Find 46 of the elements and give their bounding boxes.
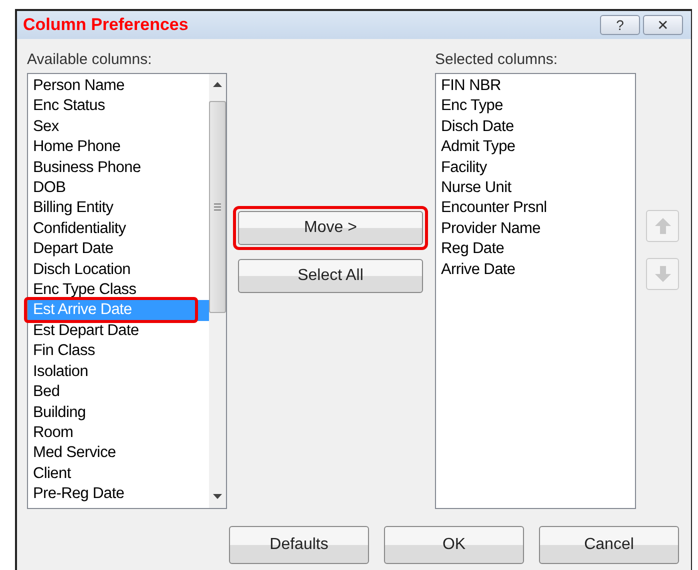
list-item[interactable]: Disch Date	[436, 116, 635, 138]
dialog-button[interactable]: Cancel	[539, 526, 679, 564]
list-item[interactable]: Billing Entity	[28, 198, 209, 219]
list-item[interactable]: Enc Type Class	[28, 280, 209, 300]
list-item[interactable]: FIN NBR	[436, 76, 635, 96]
list-item[interactable]: Depart Date	[28, 239, 209, 260]
list-item[interactable]: Business Phone	[28, 158, 209, 178]
list-item[interactable]: Med Service	[28, 443, 209, 464]
list-item[interactable]: Pre-Reg Date	[28, 484, 209, 505]
list-item[interactable]: Arrive Date	[436, 260, 635, 280]
action-button[interactable]: Move >	[238, 211, 423, 245]
dialog-button[interactable]: Defaults	[229, 526, 369, 564]
list-item[interactable]: Fin Class	[28, 341, 209, 362]
list-item[interactable]: Nurse Unit	[436, 178, 635, 198]
list-item[interactable]: Est Depart Date	[28, 320, 209, 342]
list-item[interactable]: Bed	[28, 382, 209, 402]
list-item[interactable]: Room	[28, 422, 209, 444]
list-item[interactable]: Reg Date	[436, 239, 635, 260]
window-title: Column Preferences	[23, 15, 188, 35]
list-label: Selected columns:	[435, 51, 559, 70]
list-item[interactable]: DOB	[28, 178, 209, 198]
list-label: Available columns:	[27, 51, 153, 70]
list-item[interactable]: Encounter Prsnl	[436, 198, 635, 219]
close-button[interactable]: ✕	[643, 15, 683, 35]
list-item[interactable]: Enc Type	[436, 96, 635, 117]
list-item[interactable]: Admit Type	[436, 137, 635, 158]
list-item[interactable]: Provider Name	[436, 218, 635, 240]
list-item[interactable]: Home Phone	[28, 137, 209, 158]
scroll-down-icon[interactable]	[213, 494, 222, 500]
action-button[interactable]: Select All	[238, 259, 423, 293]
list-item[interactable]: Enc Status	[28, 96, 209, 117]
list-item[interactable]: Sex	[28, 116, 209, 138]
arrow-up-icon	[654, 217, 672, 235]
list-item[interactable]: Facility	[436, 158, 635, 178]
list-item[interactable]: Person Name	[28, 76, 209, 96]
help-button[interactable]: ?	[600, 15, 640, 35]
list-item[interactable]: Disch Location	[28, 260, 209, 280]
scroll-up-icon[interactable]	[213, 82, 222, 88]
dialog-button[interactable]: OK	[384, 526, 524, 564]
list-item[interactable]: Confidentiality	[28, 218, 209, 240]
scroll-thumb[interactable]	[209, 101, 226, 313]
scrollbar[interactable]	[209, 74, 226, 508]
list-item[interactable]: Isolation	[28, 362, 209, 382]
arrow-down-icon	[654, 265, 672, 283]
list-item[interactable]: Building	[28, 402, 209, 423]
list-item[interactable]: Client	[28, 464, 209, 484]
